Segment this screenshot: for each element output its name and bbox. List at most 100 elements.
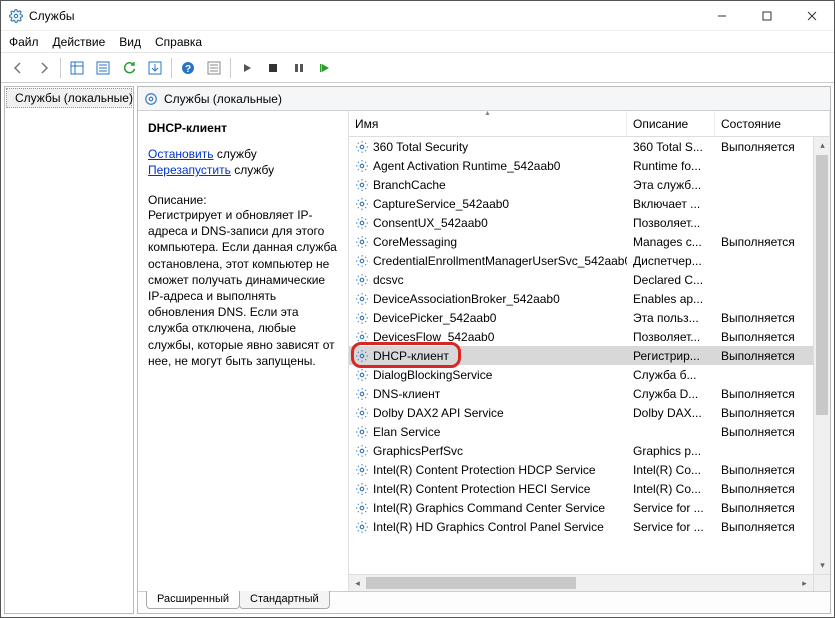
- selected-service-name: DHCP-клиент: [148, 121, 338, 135]
- service-icon: [355, 387, 369, 401]
- service-icon: [355, 292, 369, 306]
- toolbar: ?: [1, 53, 834, 83]
- tree-root[interactable]: Службы (локальные): [6, 88, 132, 108]
- service-desc: 360 Total S...: [627, 140, 715, 154]
- close-button[interactable]: [789, 1, 834, 31]
- service-name: ConsentUX_542aab0: [373, 216, 488, 230]
- service-desc: Включает ...: [627, 197, 715, 211]
- menu-action[interactable]: Действие: [53, 35, 106, 49]
- col-state[interactable]: Состояние: [715, 111, 830, 136]
- service-icon: [355, 216, 369, 230]
- stop-service-icon[interactable]: [261, 56, 285, 80]
- service-row[interactable]: Dolby DAX2 API ServiceDolby DAX...Выполн…: [349, 403, 830, 422]
- start-service-icon[interactable]: [235, 56, 259, 80]
- vertical-scrollbar[interactable]: ▴ ▾: [813, 137, 830, 574]
- service-desc: Позволяет...: [627, 216, 715, 230]
- service-row[interactable]: Intel(R) Graphics Command Center Service…: [349, 498, 830, 517]
- refresh-icon[interactable]: [117, 56, 141, 80]
- col-desc[interactable]: Описание: [627, 111, 715, 136]
- content-header: Службы (локальные): [138, 87, 830, 111]
- service-row[interactable]: Intel(R) Content Protection HECI Service…: [349, 479, 830, 498]
- service-desc: Service for ...: [627, 520, 715, 534]
- service-name: GraphicsPerfSvc: [373, 444, 463, 458]
- service-name: DNS-клиент: [373, 387, 440, 401]
- horizontal-scrollbar[interactable]: ◂ ▸: [349, 574, 813, 591]
- service-name: Intel(R) Content Protection HDCP Service: [373, 463, 596, 477]
- service-desc: Эта служб...: [627, 178, 715, 192]
- service-row[interactable]: DNS-клиентСлужба D...Выполняется: [349, 384, 830, 403]
- service-row[interactable]: GraphicsPerfSvcGraphics p...: [349, 441, 830, 460]
- service-desc: Служба D...: [627, 387, 715, 401]
- tab-extended[interactable]: Расширенный: [146, 591, 240, 609]
- pause-service-icon[interactable]: [287, 56, 311, 80]
- service-row[interactable]: Agent Activation Runtime_542aab0 Runtime …: [349, 156, 830, 175]
- service-icon: [355, 463, 369, 477]
- props2-icon[interactable]: [202, 56, 226, 80]
- restart-service-link[interactable]: Перезапустить: [148, 163, 231, 177]
- service-icon: [355, 273, 369, 287]
- service-row[interactable]: DHCP-клиентРегистрир...Выполняется: [349, 346, 830, 365]
- restart-service-icon[interactable]: [313, 56, 337, 80]
- service-name: Intel(R) Content Protection HECI Service: [373, 482, 590, 496]
- service-desc: Диспетчер...: [627, 254, 715, 268]
- service-name: DevicePicker_542aab0: [373, 311, 496, 325]
- service-row[interactable]: Elan ServiceВыполняется: [349, 422, 830, 441]
- export-icon[interactable]: [143, 56, 167, 80]
- service-name: dcsvc: [373, 273, 404, 287]
- service-row[interactable]: Intel(R) HD Graphics Control Panel Servi…: [349, 517, 830, 536]
- detail-pane-icon[interactable]: [65, 56, 89, 80]
- service-desc: Эта польз...: [627, 311, 715, 325]
- tree-pane: Службы (локальные): [4, 86, 134, 614]
- service-desc: Dolby DAX...: [627, 406, 715, 420]
- forward-button[interactable]: [32, 56, 56, 80]
- list-header: Имя▲ Описание Состояние: [349, 111, 830, 137]
- service-row[interactable]: CaptureService_542aab0 Включает ...: [349, 194, 830, 213]
- back-button[interactable]: [6, 56, 30, 80]
- tree-root-label: Службы (локальные): [15, 91, 133, 105]
- service-name: 360 Total Security: [373, 140, 468, 154]
- service-icon: [355, 406, 369, 420]
- service-icon: [355, 311, 369, 325]
- list-body: 360 Total Security360 Total S...Выполняе…: [349, 137, 830, 591]
- minimize-button[interactable]: [699, 1, 744, 31]
- service-row[interactable]: CoreMessagingManages c...Выполняется: [349, 232, 830, 251]
- menu-view[interactable]: Вид: [119, 35, 141, 49]
- service-name: CaptureService_542aab0: [373, 197, 509, 211]
- service-row[interactable]: DeviceAssociationBroker_542aab0Enables a…: [349, 289, 830, 308]
- service-desc: Manages c...: [627, 235, 715, 249]
- service-desc: Enables ap...: [627, 292, 715, 306]
- content-pane: Службы (локальные) DHCP-клиент Остановит…: [137, 86, 831, 614]
- service-row[interactable]: BranchCache Эта служб...: [349, 175, 830, 194]
- titlebar: Службы: [1, 1, 834, 31]
- service-name: CredentialEnrollmentManagerUserSvc_542aa…: [373, 254, 627, 268]
- service-row[interactable]: DialogBlockingServiceСлужба б...: [349, 365, 830, 384]
- service-row[interactable]: dcsvcDeclared C...: [349, 270, 830, 289]
- maximize-button[interactable]: [744, 1, 789, 31]
- service-icon: [355, 254, 369, 268]
- service-name: Intel(R) HD Graphics Control Panel Servi…: [373, 520, 604, 534]
- col-name[interactable]: Имя▲: [349, 111, 627, 136]
- tabs-strip: Расширенный Стандартный: [138, 591, 830, 613]
- help-icon[interactable]: ?: [176, 56, 200, 80]
- service-row[interactable]: Intel(R) Content Protection HDCP Service…: [349, 460, 830, 479]
- service-icon: [355, 501, 369, 515]
- list-pane: Имя▲ Описание Состояние 360 Total Securi…: [348, 111, 830, 591]
- properties-icon[interactable]: [91, 56, 115, 80]
- stop-service-link[interactable]: Остановить: [148, 147, 214, 161]
- menu-help[interactable]: Справка: [155, 35, 202, 49]
- service-row[interactable]: 360 Total Security360 Total S...Выполняе…: [349, 137, 830, 156]
- service-icon: [355, 425, 369, 439]
- service-row[interactable]: DevicesFlow_542aab0Позволяет...Выполняет…: [349, 327, 830, 346]
- service-icon: [355, 368, 369, 382]
- service-row[interactable]: ConsentUX_542aab0 Позволяет...: [349, 213, 830, 232]
- service-row[interactable]: DevicePicker_542aab0Эта польз...Выполняе…: [349, 308, 830, 327]
- tab-standard[interactable]: Стандартный: [239, 591, 330, 609]
- menu-file[interactable]: Файл: [9, 35, 39, 49]
- service-row[interactable]: CredentialEnrollmentManagerUserSvc_542aa…: [349, 251, 830, 270]
- service-icon: [355, 140, 369, 154]
- service-icon: [355, 159, 369, 173]
- service-name: BranchCache: [373, 178, 446, 192]
- service-name: Agent Activation Runtime_542aab0: [373, 159, 560, 173]
- service-desc: Runtime fo...: [627, 159, 715, 173]
- service-icon: [355, 482, 369, 496]
